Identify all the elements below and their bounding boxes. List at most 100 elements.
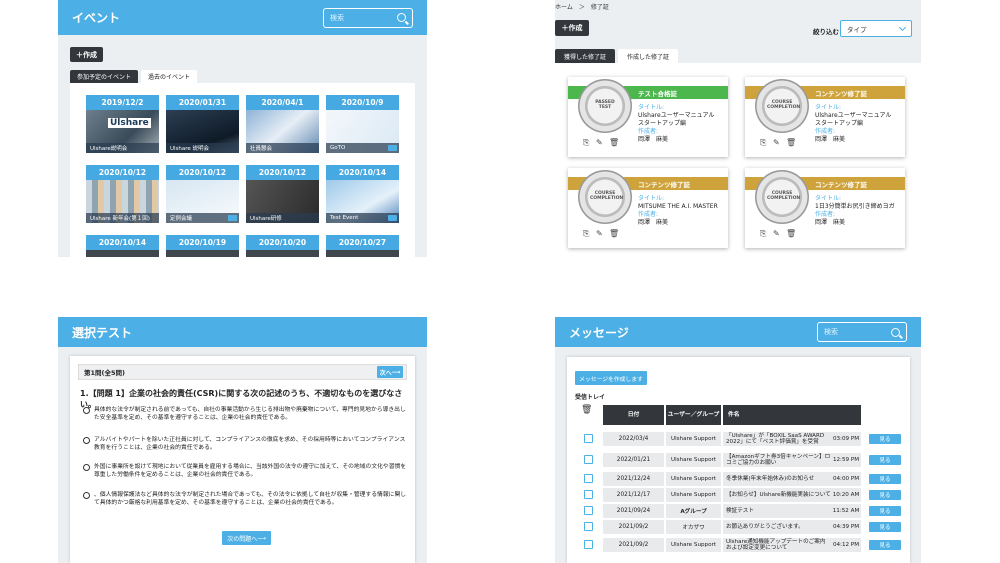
seal-text: COURSE COMPLETION	[767, 191, 801, 201]
title-key: タイトル:	[815, 195, 842, 202]
view-button[interactable]: 見る	[869, 474, 901, 484]
column-header-subject[interactable]: 件名	[723, 405, 861, 425]
table-row[interactable]: 2021/12/24 Ulshare Support 冬季休業(年末年始休み)のお知…	[567, 472, 910, 486]
table-row[interactable]: 2021/12/17 Ulshare Support 【お知らせ】Ulshare新機…	[567, 488, 910, 502]
event-card[interactable]: 2019/12/2 Ulshare Ulshare説明会	[86, 95, 159, 153]
table-row[interactable]: 2022/03/4 Ulshare Support 「Ulshare」が「BOXIL…	[567, 432, 910, 446]
download-icon[interactable]: ⎘	[760, 230, 768, 238]
compose-message-button[interactable]: メッセージを作成します	[575, 371, 647, 385]
certificate-author: 岡澤 麻美	[815, 219, 846, 227]
tab-upcoming-events[interactable]: 参加予定のイベント	[70, 70, 139, 83]
certificate-seal-icon: COURSE COMPLETION	[755, 79, 809, 133]
row-checkbox[interactable]	[584, 434, 593, 443]
events-search-input[interactable]: 検索	[323, 7, 413, 28]
event-card[interactable]: 2020/10/20	[246, 235, 319, 257]
messages-search-input[interactable]: 検索	[817, 322, 907, 342]
certificate-card[interactable]: コンテンツ修了証 COURSE COMPLETION タイトル: MITSUME…	[568, 168, 728, 248]
view-button[interactable]: 見る	[869, 506, 901, 516]
certificate-card[interactable]: コンテンツ修了証 COURSE COMPLETION タイトル: Ulshare…	[745, 77, 905, 157]
arrow-right-icon: ⟶	[391, 368, 401, 376]
next-question-button[interactable]: 次の問題へ ⟶	[222, 531, 271, 545]
row-from: Ulshare Support	[666, 488, 721, 502]
row-time: 04:39 PM	[831, 520, 861, 534]
tab-past-events[interactable]: 過去のイベント	[141, 70, 198, 83]
next-button[interactable]: 次へ ⟶	[377, 366, 403, 378]
row-date: 2021/09/2	[603, 538, 664, 552]
table-row[interactable]: 2021/09/2 Ulshare Support Ulshare通知機能アップデー…	[567, 538, 910, 552]
search-icon[interactable]	[891, 327, 900, 337]
event-card[interactable]: 2020/10/14 Test Event	[326, 165, 399, 223]
trash-icon[interactable]: 🗑	[609, 230, 619, 238]
row-checkbox[interactable]	[584, 540, 593, 549]
row-checkbox[interactable]	[584, 506, 593, 515]
trash-icon[interactable]: 🗑	[609, 139, 619, 147]
view-button[interactable]: 見る	[869, 490, 901, 500]
radio-button[interactable]	[83, 464, 90, 471]
filter-type-select[interactable]: タイプ	[840, 20, 912, 37]
trash-icon[interactable]: 🗑	[786, 139, 796, 147]
tab-earned-certificates[interactable]: 獲得した修了証	[555, 49, 616, 63]
radio-button[interactable]	[83, 437, 90, 444]
download-icon[interactable]: ⎘	[583, 139, 591, 147]
messages-title: メッセージ	[569, 325, 629, 340]
arrow-right-icon: ⟶	[257, 534, 266, 542]
event-card[interactable]: 2020/01/31 Ulshare 説明会	[166, 95, 239, 153]
event-logo-text: Ulshare	[108, 118, 151, 128]
answer-option[interactable]: 具体的な法令が制定される前であっても、自社の事業活動から生じる排出物や廃棄物につ…	[83, 406, 408, 423]
event-date: 2020/10/19	[166, 235, 239, 250]
event-card[interactable]: 2020/10/19	[166, 235, 239, 257]
column-header-from[interactable]: ユーザー／グループ	[666, 405, 721, 425]
event-card[interactable]: 2020/10/12 Ulshare 新年会(第１回)	[86, 165, 159, 223]
edit-pencil-icon[interactable]: ✎	[773, 139, 781, 147]
messages-panel: メッセージ 検索 メッセージを作成します 受信トレイ 🗑 日付 ユーザー／グルー…	[555, 317, 921, 563]
search-icon[interactable]	[397, 13, 406, 22]
event-card[interactable]: 2020/10/12 定例会議	[166, 165, 239, 223]
row-checkbox[interactable]	[584, 522, 593, 531]
events-search-placeholder: 検索	[330, 13, 344, 22]
view-button[interactable]: 見る	[869, 434, 901, 444]
certificate-card[interactable]: テスト合格証 PASSED TEST タイトル: Ulshareユーザーマニュア…	[568, 77, 728, 157]
row-time: 04:12 PM	[831, 538, 861, 552]
row-checkbox[interactable]	[584, 474, 593, 483]
column-header-date[interactable]: 日付	[603, 405, 664, 425]
edit-pencil-icon[interactable]: ✎	[596, 139, 604, 147]
download-icon[interactable]: ⎘	[760, 139, 768, 147]
trash-icon[interactable]: 🗑	[581, 405, 592, 415]
event-label-bar: Test Event	[326, 213, 399, 223]
radio-button[interactable]	[83, 407, 90, 414]
event-label: Ulshare 説明会	[170, 146, 210, 152]
download-icon[interactable]: ⎘	[583, 230, 591, 238]
answer-option[interactable]: 外国に事業所を設けて現地において従業員を雇用する場合に、当該外国の法令の遵守に加…	[83, 463, 408, 480]
row-subject: 検証テスト	[723, 504, 831, 518]
trash-icon[interactable]: 🗑	[786, 230, 796, 238]
event-card[interactable]: 2020/10/9 GoTO	[326, 95, 399, 153]
create-certificate-button[interactable]: ＋作成	[555, 20, 589, 36]
tab-created-certificates[interactable]: 作成した修了証	[618, 49, 679, 63]
row-from: オカザワ	[666, 520, 721, 534]
edit-pencil-icon[interactable]: ✎	[596, 230, 604, 238]
event-card[interactable]: 2020/10/14	[86, 235, 159, 257]
table-row[interactable]: 2021/09/24 Aグループ 検証テスト 11:52 AM 見る	[567, 504, 910, 518]
certificate-type: コンテンツ修了証	[638, 180, 690, 189]
view-button[interactable]: 見る	[869, 455, 901, 465]
create-event-button[interactable]: ＋作成	[70, 47, 103, 62]
event-card[interactable]: 2020/04/1 社員懇会	[246, 95, 319, 153]
edit-pencil-icon[interactable]: ✎	[773, 230, 781, 238]
row-checkbox[interactable]	[584, 490, 593, 499]
filter-label: 絞り込む	[813, 28, 839, 36]
row-checkbox[interactable]	[584, 455, 593, 464]
certificate-title: MITSUME THE A.I. MASTER	[638, 203, 718, 211]
answer-option[interactable]: 、個人情報保護法など具体的な法令が制定された場合であっても、その法令に依拠して自…	[83, 491, 408, 508]
table-row[interactable]: 2021/09/2 オカザワ お節込ありがとうございます。 04:39 PM 見る	[567, 520, 910, 534]
event-card[interactable]: 2020/10/27	[326, 235, 399, 257]
event-card[interactable]: 2020/10/12 Ulshare研修	[246, 165, 319, 223]
view-button[interactable]: 見る	[869, 540, 901, 550]
table-row[interactable]: 2022/01/21 Ulshare Support 【Amazonギフト券3倍キャ…	[567, 453, 910, 467]
certificate-info: タイトル: Ulshareユーザーマニュアル スタートアップ編 作成者: 岡澤 …	[638, 104, 724, 144]
row-subject: 【Amazonギフト券3倍キャンペーン】ロコミご協力のお願い	[723, 453, 831, 467]
breadcrumb[interactable]: ホーム ＞ 修了証	[555, 2, 609, 11]
radio-button[interactable]	[83, 492, 90, 499]
certificate-card[interactable]: コンテンツ修了証 COURSE COMPLETION タイトル: 1日3分簡単お…	[745, 168, 905, 248]
answer-option[interactable]: アルバイトやパートを除いた正社員に対して、コンプライアンスの徹底を求め、その採用…	[83, 436, 408, 453]
view-button[interactable]: 見る	[869, 522, 901, 532]
